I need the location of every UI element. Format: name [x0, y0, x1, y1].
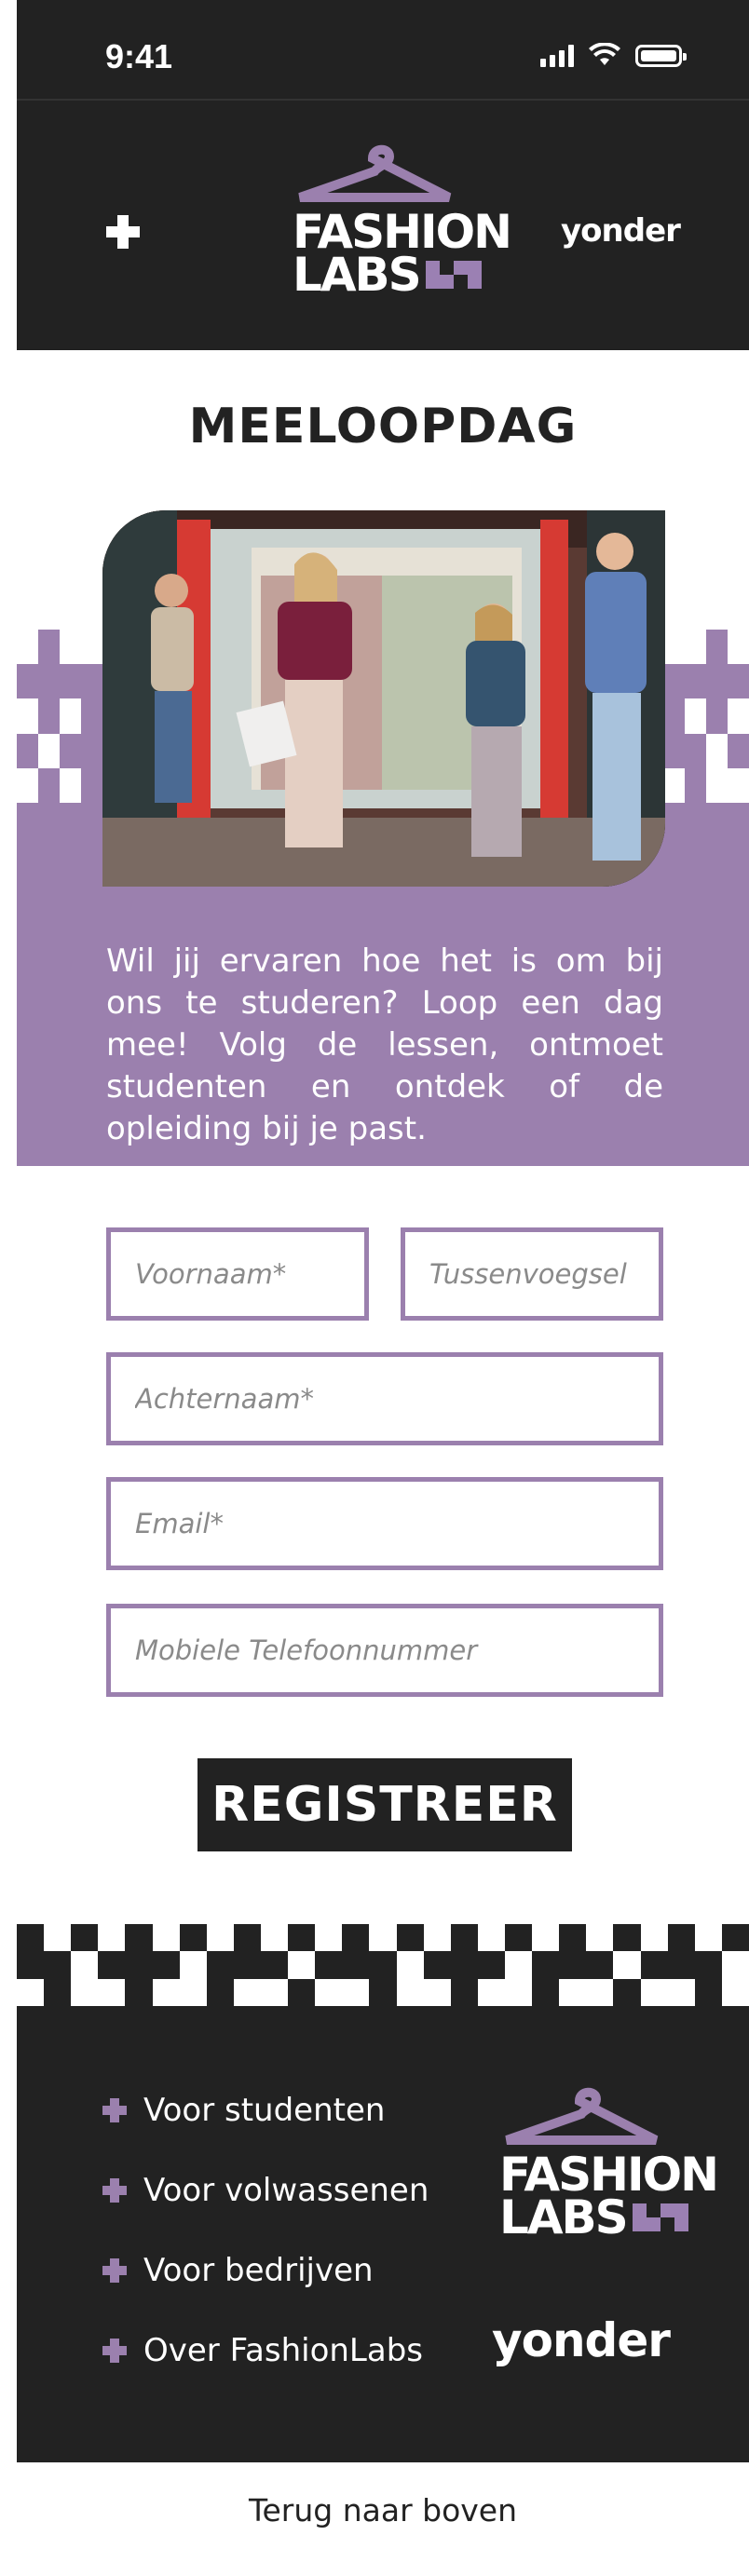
footer-link-companies[interactable]: Voor bedrijven [102, 2252, 374, 2289]
footer-logo-row2: LABS [499, 2190, 717, 2244]
pixel-mark-icon [425, 261, 482, 289]
plus-bullet-icon [102, 2178, 127, 2203]
footer-link-adults[interactable]: Voor volwassenen [102, 2172, 429, 2209]
footer-link-label: Voor studenten [143, 2092, 386, 2129]
header-logo-row2: LABS [293, 248, 511, 302]
footer-yonder-text: yonder [492, 2313, 671, 2367]
yonder-text: yonder [561, 212, 681, 250]
infix-input[interactable] [401, 1227, 663, 1321]
battery-icon [635, 45, 687, 67]
status-bar: 9:41 [17, 0, 749, 101]
status-icons [540, 43, 687, 67]
footer-link-about[interactable]: Over FashionLabs [102, 2332, 423, 2369]
signal-icon [540, 45, 574, 67]
footer-link-label: Voor bedrijven [143, 2252, 374, 2289]
plus-bullet-icon [102, 2258, 127, 2283]
header-logo[interactable]: FASHION LABS [293, 140, 512, 302]
phone-input[interactable] [106, 1604, 663, 1697]
status-time: 9:41 [105, 37, 173, 75]
footer-link-students[interactable]: Voor studenten [102, 2092, 385, 2129]
plus-bullet-icon [102, 2098, 127, 2122]
footer-yonder-logo[interactable]: yonder [492, 2313, 671, 2367]
hanger-icon [298, 144, 452, 202]
footer-link-label: Over FashionLabs [143, 2332, 423, 2369]
hanger-icon [505, 2087, 659, 2145]
email-input[interactable] [106, 1477, 663, 1570]
last-name-input[interactable] [106, 1352, 663, 1445]
left-checker-pattern [17, 630, 102, 803]
wifi-icon [589, 43, 620, 65]
footer-link-label: Voor volwassenen [143, 2172, 429, 2209]
site-header: FASHION LABS yonder [17, 101, 749, 350]
first-name-input[interactable] [106, 1227, 369, 1321]
students-photo [102, 510, 665, 887]
footer-logo[interactable]: FASHION LABS [499, 2082, 719, 2244]
app-frame: 9:41 FASHION LABS yonder MEELOOPDAG Wil … [17, 0, 749, 2576]
footer-checker-pattern [17, 1924, 749, 2006]
plus-bullet-icon [102, 2339, 127, 2363]
footer-logo-line2: LABS [499, 2190, 629, 2244]
pixel-mark-icon [632, 2203, 688, 2231]
header-logo-line2: LABS [293, 248, 422, 302]
register-button[interactable]: REGISTREER [197, 1758, 572, 1851]
plus-menu-icon[interactable] [106, 215, 140, 249]
right-checker-pattern [663, 630, 749, 803]
students-photo-illustration [102, 510, 665, 887]
page-title: MEELOOPDAG [188, 399, 578, 454]
intro-text: Wil jij ervaren hoe het is om bij ons te… [106, 942, 663, 1147]
yonder-logo[interactable]: yonder [561, 212, 681, 250]
site-footer: Voor studenten Voor volwassenen Voor bed… [17, 2006, 749, 2462]
back-to-top-link[interactable]: Terug naar boven [17, 2492, 749, 2529]
